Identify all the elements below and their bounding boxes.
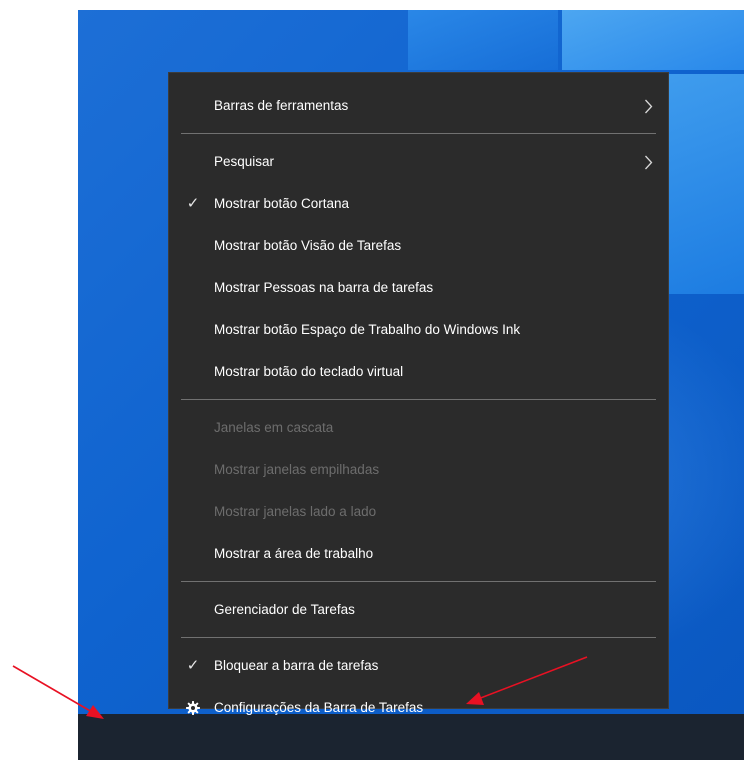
checkmark-icon: ✓: [186, 195, 200, 212]
menu-item-label: Mostrar botão Visão de Tarefas: [214, 238, 402, 253]
menu-separator: [181, 637, 656, 638]
menu-item-label: Configurações da Barra de Tarefas: [214, 700, 424, 715]
menu-item-show-cortana-button[interactable]: ✓ Mostrar botão Cortana: [169, 183, 668, 225]
menu-item-show-people[interactable]: Mostrar Pessoas na barra de tarefas: [169, 267, 668, 309]
menu-item-cascade-windows: Janelas em cascata: [169, 407, 668, 449]
menu-separator: [181, 399, 656, 400]
menu-item-label: Janelas em cascata: [214, 420, 334, 435]
menu-separator: [181, 133, 656, 134]
menu-item-label: Mostrar botão do teclado virtual: [214, 364, 404, 379]
windows-logo-pane: [408, 10, 558, 70]
menu-item-toolbars[interactable]: Barras de ferramentas: [169, 85, 668, 127]
menu-item-task-manager[interactable]: Gerenciador de Tarefas: [169, 589, 668, 631]
menu-item-lock-taskbar[interactable]: ✓ Bloquear a barra de tarefas: [169, 645, 668, 687]
menu-item-taskbar-settings[interactable]: Configurações da Barra de Tarefas: [169, 687, 668, 729]
menu-item-show-windows-side-by-side: Mostrar janelas lado a lado: [169, 491, 668, 533]
gear-icon: [183, 687, 203, 729]
menu-item-search[interactable]: Pesquisar: [169, 141, 668, 183]
menu-item-label: Mostrar Pessoas na barra de tarefas: [214, 280, 434, 295]
chevron-right-icon: [642, 85, 654, 127]
menu-item-label: Mostrar janelas empilhadas: [214, 462, 380, 477]
windows-logo-pane: [562, 10, 744, 70]
menu-item-label: Mostrar botão Espaço de Trabalho do Wind…: [214, 322, 521, 337]
menu-item-label: Mostrar a área de trabalho: [214, 546, 374, 561]
menu-separator: [181, 581, 656, 582]
menu-item-label: Bloquear a barra de tarefas: [214, 658, 379, 673]
menu-item-label: Mostrar botão Cortana: [214, 196, 350, 211]
menu-item-show-windows-ink-button[interactable]: Mostrar botão Espaço de Trabalho do Wind…: [169, 309, 668, 351]
menu-item-label: Barras de ferramentas: [214, 98, 349, 113]
menu-item-show-touch-keyboard-button[interactable]: Mostrar botão do teclado virtual: [169, 351, 668, 393]
chevron-right-icon: [642, 141, 654, 183]
taskbar-context-menu: Barras de ferramentas Pesquisar ✓ Mostra…: [168, 72, 669, 716]
menu-item-show-task-view-button[interactable]: Mostrar botão Visão de Tarefas: [169, 225, 668, 267]
menu-item-show-desktop[interactable]: Mostrar a área de trabalho: [169, 533, 668, 575]
menu-item-label: Pesquisar: [214, 154, 275, 169]
checkmark-icon: ✓: [186, 657, 200, 674]
menu-item-label: Gerenciador de Tarefas: [214, 602, 355, 617]
menu-item-show-windows-stacked: Mostrar janelas empilhadas: [169, 449, 668, 491]
menu-item-label: Mostrar janelas lado a lado: [214, 504, 377, 519]
screenshot: Barras de ferramentas Pesquisar ✓ Mostra…: [0, 0, 744, 760]
